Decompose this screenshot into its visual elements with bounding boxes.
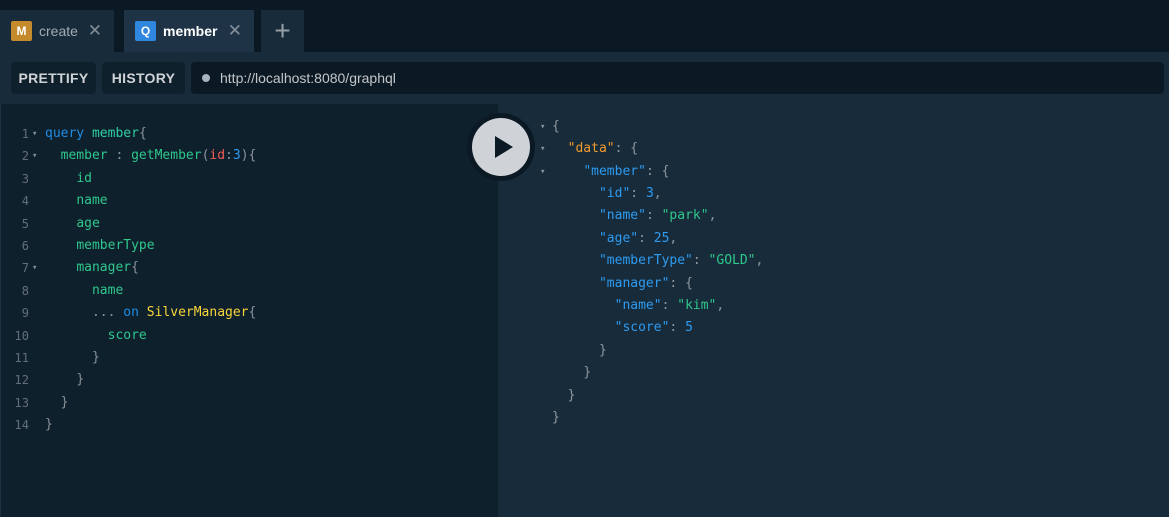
response-line: "data": {: [567, 141, 639, 156]
query-line: name: [91, 283, 124, 298]
line-number: 13: [14, 396, 29, 410]
query-line: }: [45, 417, 53, 432]
tab-badge-member: Q: [135, 21, 156, 41]
execute-query-button[interactable]: [467, 113, 535, 181]
endpoint-url-input[interactable]: http://localhost:8080/graphql: [191, 62, 1164, 94]
line-number: 10: [14, 329, 29, 343]
response-line: "score": 5: [614, 320, 693, 335]
query-line: }: [76, 372, 85, 387]
line-number: 9: [21, 306, 29, 320]
play-button-face: [472, 118, 530, 176]
status-dot-icon: [202, 74, 210, 82]
query-line: id: [76, 171, 92, 186]
close-icon[interactable]: ✕: [228, 21, 242, 41]
line-number: 12: [14, 373, 29, 387]
line-number: 6: [21, 239, 29, 253]
add-tab-button[interactable]: +: [261, 10, 304, 52]
response-line: "id": 3,: [598, 186, 662, 201]
fold-arrow-icon[interactable]: ▾: [540, 138, 545, 160]
response-line: }: [583, 365, 592, 380]
tab-label-member: member: [163, 23, 218, 39]
line-number: 4: [21, 194, 29, 208]
line-number: 1: [21, 127, 29, 141]
query-line: ... on SilverManager{: [91, 305, 257, 320]
response-line: "manager": {: [598, 276, 693, 291]
line-number: 8: [21, 284, 29, 298]
query-line: query member{: [45, 126, 147, 141]
close-icon[interactable]: ✕: [88, 21, 102, 41]
query-line: score: [107, 328, 147, 343]
response-panel: ▾ ▾ ▾ { "data": { "member": { "id": 3, "…: [498, 104, 1169, 517]
query-line: name: [76, 193, 108, 208]
response-line: {: [552, 119, 560, 134]
tab-bar: M create ✕ Q member ✕ +: [0, 0, 1169, 52]
line-number: 5: [21, 217, 29, 231]
prettify-button[interactable]: PRETTIFY: [11, 62, 96, 94]
line-number: 2: [21, 149, 29, 163]
fold-arrow-icon[interactable]: ▾: [540, 116, 545, 138]
response-line: "member": {: [583, 164, 670, 179]
play-icon: [494, 136, 513, 158]
response-line: }: [598, 343, 607, 358]
query-editor[interactable]: 1 2 3 4 5 6 7 8 9 10 11 12 13 14 ▾ ▾ ▾ q…: [0, 104, 498, 517]
line-number: 14: [14, 418, 29, 432]
query-line: member : getMember(id:3){: [60, 148, 257, 163]
response-line: "name": "kim",: [614, 298, 725, 313]
fold-arrow-icon[interactable]: ▾: [32, 145, 37, 167]
history-button[interactable]: HISTORY: [102, 62, 185, 94]
fold-arrow-icon[interactable]: ▾: [32, 257, 37, 279]
response-line: }: [552, 410, 560, 425]
toolbar: PRETTIFY HISTORY http://localhost:8080/g…: [0, 52, 1169, 104]
query-line: memberType: [76, 238, 155, 253]
query-line: age: [76, 216, 100, 231]
tab-member[interactable]: Q member ✕: [124, 10, 254, 52]
response-line: "memberType": "GOLD",: [598, 253, 764, 268]
endpoint-url-text: http://localhost:8080/graphql: [220, 70, 396, 86]
query-line: manager{: [76, 260, 139, 275]
query-line: }: [91, 350, 100, 365]
tab-badge-create: M: [11, 21, 32, 41]
line-number: 11: [14, 351, 29, 365]
tab-label-create: create: [39, 23, 78, 39]
response-line: "name": "park",: [598, 208, 717, 223]
fold-arrow-icon[interactable]: ▾: [32, 123, 37, 145]
line-number: 3: [21, 172, 29, 186]
fold-arrow-icon[interactable]: ▾: [540, 161, 545, 183]
query-line: }: [60, 395, 69, 410]
response-line: }: [567, 388, 576, 403]
response-line: "age": 25,: [598, 231, 678, 246]
line-number: 7: [21, 261, 29, 275]
tab-create[interactable]: M create ✕: [0, 10, 114, 52]
plus-icon: +: [274, 15, 291, 46]
